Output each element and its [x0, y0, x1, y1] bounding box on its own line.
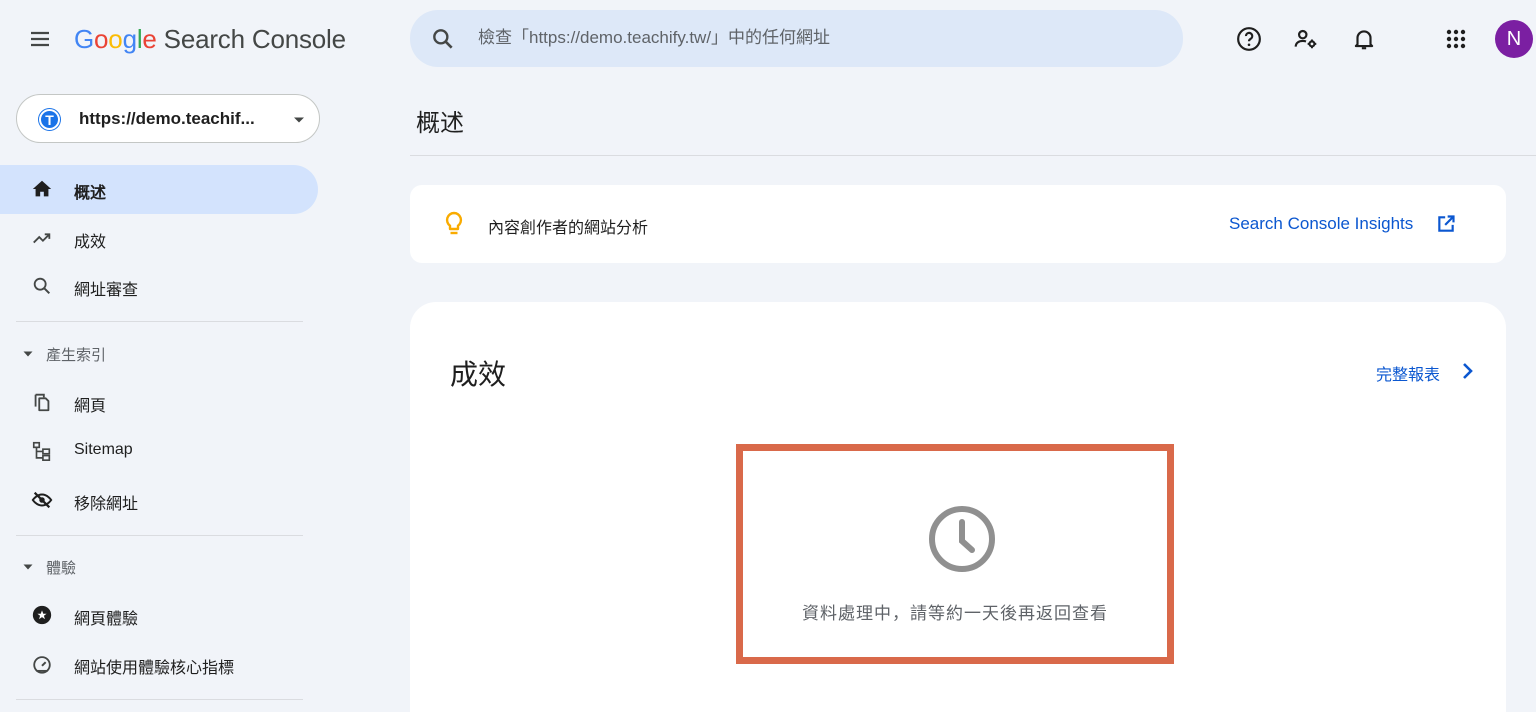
- open-in-new-icon[interactable]: [1436, 214, 1456, 234]
- speed-gauge-icon: [30, 652, 54, 676]
- clock-icon: [926, 503, 998, 575]
- insights-label: 內容創作者的網站分析: [488, 220, 649, 237]
- performance-card: 成效 完整報表 資料處理中，請等約一天後再返回查看: [410, 302, 1506, 712]
- dropdown-arrow-icon: [293, 114, 305, 126]
- search-icon: [30, 274, 54, 298]
- trending-up-icon: [30, 226, 54, 250]
- apps-grid-icon[interactable]: [1438, 21, 1474, 57]
- property-label: https://demo.teachif...: [79, 109, 255, 128]
- insights-card: 內容創作者的網站分析 Search Console Insights: [410, 185, 1506, 263]
- full-report-link[interactable]: 完整報表: [1376, 361, 1440, 385]
- chevron-right-icon[interactable]: [1460, 360, 1476, 382]
- sidebar-item-overview[interactable]: 概述: [0, 165, 318, 214]
- pages-icon: [30, 390, 54, 414]
- avatar[interactable]: N: [1495, 20, 1533, 58]
- sidebar-item-page-experience[interactable]: 網頁體驗: [0, 591, 318, 640]
- help-icon[interactable]: [1231, 21, 1267, 57]
- notifications-icon[interactable]: [1346, 21, 1382, 57]
- property-favicon: T: [39, 109, 60, 130]
- sidebar-item-core-web-vitals[interactable]: 網站使用體驗核心指標: [0, 640, 318, 689]
- product-name: Search Console: [163, 24, 346, 54]
- performance-title: 成效: [450, 359, 507, 390]
- visibility-off-icon: [30, 488, 54, 512]
- sidebar-divider: [16, 321, 303, 322]
- search-input[interactable]: [478, 24, 1158, 52]
- sidebar-item-sitemap[interactable]: Sitemap: [0, 427, 318, 476]
- page-title: 概述: [416, 110, 464, 137]
- sidebar-divider: [16, 535, 303, 536]
- sidebar-item-pages[interactable]: 網頁: [0, 378, 318, 427]
- sidebar-item-removals[interactable]: 移除網址: [0, 476, 318, 525]
- home-icon: [30, 177, 54, 201]
- sidebar-item-performance[interactable]: 成效: [0, 214, 318, 263]
- menu-icon[interactable]: [22, 21, 58, 57]
- page-experience-icon: [30, 603, 54, 627]
- sitemap-icon: [30, 439, 54, 463]
- lightbulb-icon: [442, 211, 466, 237]
- processing-message: 資料處理中，請等約一天後再返回查看: [802, 604, 1108, 623]
- property-selector[interactable]: T https://demo.teachif...: [16, 94, 320, 143]
- search-icon[interactable]: [430, 26, 456, 52]
- sidebar-item-url-inspection[interactable]: 網址審查: [0, 262, 318, 311]
- sidebar-divider: [16, 699, 303, 700]
- top-app-bar: GoogleSearch Console N: [0, 0, 1536, 80]
- url-inspection-search-bar[interactable]: [410, 10, 1183, 67]
- google-search-console-logo[interactable]: Google Search Console: [74, 24, 346, 55]
- header-divider: [410, 155, 1536, 156]
- data-processing-notice: 資料處理中，請等約一天後再返回查看: [736, 444, 1174, 664]
- search-console-insights-link[interactable]: Search Console Insights: [1229, 214, 1413, 234]
- caret-down-icon: [22, 348, 34, 360]
- manage-users-icon[interactable]: [1288, 21, 1324, 57]
- caret-down-icon: [22, 561, 34, 573]
